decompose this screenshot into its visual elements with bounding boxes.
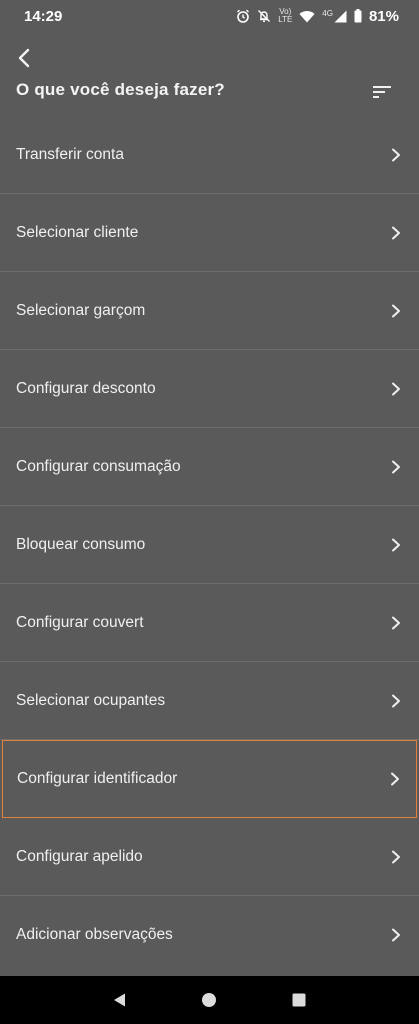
- chevron-right-icon: [389, 928, 403, 942]
- chevron-right-icon: [389, 694, 403, 708]
- menu-item-transferir-conta[interactable]: Transferir conta: [0, 116, 419, 194]
- nav-home-button[interactable]: [197, 988, 221, 1012]
- status-time: 14:29: [24, 7, 63, 25]
- chevron-right-icon: [388, 772, 402, 786]
- menu-item-label: Configurar couvert: [16, 613, 144, 631]
- page-title: O que você deseja fazer?: [16, 80, 225, 99]
- volte-icon: Vo) LTE: [278, 8, 292, 24]
- nav-recents-button[interactable]: [287, 988, 311, 1012]
- menu-item-adicionar-observacoes[interactable]: Adicionar observações: [0, 896, 419, 974]
- sort-icon: [373, 86, 391, 98]
- menu-item-label: Configurar consumação: [16, 457, 181, 475]
- menu-item-label: Selecionar ocupantes: [16, 691, 166, 709]
- chevron-right-icon: [389, 616, 403, 630]
- menu-item-label: Adicionar observações: [16, 926, 173, 943]
- menu-item-configurar-apelido[interactable]: Configurar apelido: [0, 818, 419, 896]
- chevron-right-icon: [389, 226, 403, 240]
- chevron-right-icon: [389, 460, 403, 474]
- menu-item-selecionar-garcom[interactable]: Selecionar garçom: [0, 272, 419, 350]
- sort-button[interactable]: [368, 78, 396, 106]
- alarm-icon: [236, 9, 250, 23]
- menu-item-label: Bloquear consumo: [16, 535, 146, 553]
- signal-label: 4G: [322, 8, 333, 18]
- app-header: O que você deseja fazer?: [0, 32, 419, 116]
- menu-item-bloquear-consumo[interactable]: Bloquear consumo: [0, 506, 419, 584]
- signal-icon: 4G: [322, 8, 347, 23]
- chevron-right-icon: [389, 304, 403, 318]
- menu-item-label: Selecionar garçom: [16, 301, 146, 319]
- menu-item-selecionar-ocupantes[interactable]: Selecionar ocupantes: [0, 662, 419, 740]
- volte-label-bottom: LTE: [278, 15, 293, 24]
- menu-item-label: Configurar identificador: [17, 770, 178, 787]
- menu-item-configurar-couvert[interactable]: Configurar couvert: [0, 584, 419, 662]
- wifi-icon: [299, 10, 315, 23]
- status-icons: Vo) LTE 4G 81%: [236, 8, 399, 25]
- chevron-right-icon: [389, 382, 403, 396]
- menu-item-selecionar-cliente[interactable]: Selecionar cliente: [0, 194, 419, 272]
- battery-percent: 81%: [368, 7, 399, 25]
- menu-item-configurar-consumacao[interactable]: Configurar consumação: [0, 428, 419, 506]
- mute-icon: [257, 9, 271, 23]
- back-button[interactable]: [10, 44, 38, 72]
- menu-item-label: Selecionar cliente: [16, 223, 139, 241]
- menu-item-label: Configurar apelido: [16, 847, 143, 865]
- nav-back-button[interactable]: [108, 988, 132, 1012]
- back-triangle-icon: [113, 993, 125, 1007]
- chevron-right-icon: [389, 850, 403, 864]
- menu-item-configurar-identificador[interactable]: Configurar identificador: [2, 740, 417, 818]
- menu-item-label: Configurar desconto: [16, 379, 156, 397]
- home-circle-icon: [202, 993, 217, 1007]
- back-arrow-icon: [18, 48, 30, 68]
- chevron-right-icon: [389, 538, 403, 552]
- status-bar: 14:29 Vo) LTE 4G 81%: [0, 0, 419, 32]
- battery-icon: [354, 9, 362, 23]
- recents-square-icon: [292, 993, 306, 1007]
- menu-item-configurar-desconto[interactable]: Configurar desconto: [0, 350, 419, 428]
- menu-item-label: Transferir conta: [16, 145, 124, 163]
- action-list: Transferir conta Selecionar cliente Sele…: [0, 116, 419, 974]
- chevron-right-icon: [389, 148, 403, 162]
- system-nav-bar: [0, 976, 419, 1024]
